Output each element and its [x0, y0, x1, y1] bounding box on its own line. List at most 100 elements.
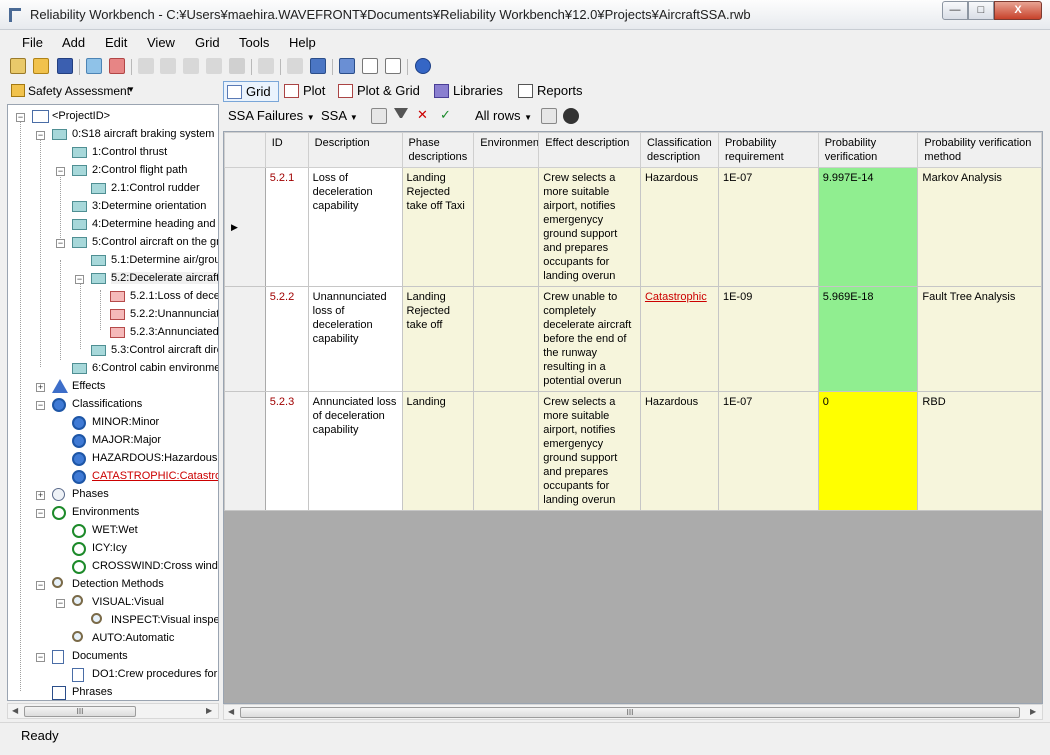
classification-link[interactable]: Catastrophic: [645, 291, 707, 303]
cell-environments[interactable]: [473, 391, 540, 511]
cell-description[interactable]: Unannunciated loss of deceleration capab…: [307, 286, 403, 392]
grid-horizontal-scrollbar[interactable]: ◀ III ▶: [223, 704, 1043, 720]
scroll-right-icon[interactable]: ▶: [1030, 707, 1036, 716]
find-icon[interactable]: [563, 108, 579, 124]
cell-probability-requirement[interactable]: 1E-07: [717, 391, 819, 511]
row-header[interactable]: [224, 391, 266, 511]
cell-id[interactable]: 5.2.1: [264, 167, 309, 287]
rows-select[interactable]: All rows ▼: [475, 108, 532, 123]
cell-description[interactable]: Loss of deceleration capability: [307, 167, 403, 287]
cut-icon[interactable]: [138, 58, 154, 74]
collapse-toggle[interactable]: −: [36, 653, 45, 662]
cell-probability-verification[interactable]: 0: [817, 391, 919, 511]
cell-verification-method[interactable]: Fault Tree Analysis: [917, 286, 1042, 392]
menu-file[interactable]: File: [22, 35, 43, 50]
menu-add[interactable]: Add: [62, 35, 85, 50]
maximize-button[interactable]: □: [968, 1, 994, 20]
column-header-phase[interactable]: Phase descriptions: [401, 132, 475, 168]
cell-effect[interactable]: Crew selects a more suitable airport, no…: [538, 167, 641, 287]
menu-view[interactable]: View: [147, 35, 175, 50]
table-row[interactable]: ▶ 5.2.1 Loss of deceleration capability …: [224, 167, 1042, 287]
menu-edit[interactable]: Edit: [105, 35, 127, 50]
scroll-right-icon[interactable]: ▶: [206, 706, 212, 715]
cell-classification[interactable]: Catastrophic: [639, 286, 719, 392]
apply-filter-icon[interactable]: ✓: [440, 108, 456, 124]
paste-special-icon[interactable]: [206, 58, 222, 74]
cell-phases[interactable]: Landing Rejected take off Taxi: [401, 167, 475, 287]
new-project-icon[interactable]: [10, 58, 26, 74]
data-grid[interactable]: ID Description Phase descriptions Enviro…: [223, 131, 1043, 704]
expand-toggle[interactable]: +: [36, 383, 45, 392]
cell-probability-verification[interactable]: 9.997E-14: [817, 167, 919, 287]
save-icon[interactable]: [57, 58, 73, 74]
tab-plot-and-grid[interactable]: Plot & Grid: [335, 81, 431, 102]
properties-icon[interactable]: [362, 58, 378, 74]
cell-classification[interactable]: Hazardous: [639, 167, 719, 287]
row-header[interactable]: [224, 286, 266, 392]
delete-icon[interactable]: [229, 58, 245, 74]
tab-libraries[interactable]: Libraries: [431, 81, 513, 102]
collapse-toggle[interactable]: −: [36, 581, 45, 590]
spell-check-icon[interactable]: [385, 58, 401, 74]
scroll-left-icon[interactable]: ◀: [12, 706, 18, 715]
insert-row-icon[interactable]: [541, 108, 557, 124]
paste-icon[interactable]: [183, 58, 199, 74]
delete-folder-icon[interactable]: [109, 58, 125, 74]
cell-probability-verification[interactable]: 5.969E-18: [817, 286, 919, 392]
table-select[interactable]: SSA Failures ▼: [228, 108, 315, 123]
column-header-verification-method[interactable]: Probability verification method: [917, 132, 1042, 168]
tab-reports[interactable]: Reports: [515, 81, 585, 102]
cell-phases[interactable]: Landing Rejected take off: [401, 286, 475, 392]
scroll-thumb[interactable]: III: [24, 706, 136, 717]
column-header-description[interactable]: Description: [307, 132, 403, 168]
duplicate-icon[interactable]: [287, 58, 303, 74]
cell-id[interactable]: 5.2.3: [264, 391, 309, 511]
undo-icon[interactable]: [258, 58, 274, 74]
collapse-toggle[interactable]: −: [36, 131, 45, 140]
library-icon[interactable]: [339, 58, 355, 74]
column-header-classification[interactable]: Classification description: [639, 132, 719, 168]
collapse-toggle[interactable]: −: [56, 239, 65, 248]
grid-settings-icon[interactable]: [371, 108, 387, 124]
clear-filter-icon[interactable]: ✕: [417, 108, 433, 124]
collapse-toggle[interactable]: −: [16, 113, 25, 122]
tab-grid[interactable]: Grid: [223, 81, 279, 102]
menu-grid[interactable]: Grid: [195, 35, 220, 50]
expand-toggle[interactable]: +: [36, 491, 45, 500]
view-select[interactable]: SSA ▼: [321, 108, 358, 123]
tree-horizontal-scrollbar[interactable]: ◀ III ▶: [7, 703, 219, 719]
view-selector[interactable]: Safety Assessment ▼: [3, 82, 143, 100]
table-row[interactable]: 5.2.3 Annunciated loss of deceleration c…: [224, 391, 1042, 511]
cell-verification-method[interactable]: Markov Analysis: [917, 167, 1042, 287]
new-folder-icon[interactable]: [86, 58, 102, 74]
cell-effect[interactable]: Crew selects a more suitable airport, no…: [538, 391, 641, 511]
close-button[interactable]: X: [994, 1, 1042, 20]
collapse-toggle[interactable]: −: [56, 167, 65, 176]
minimize-button[interactable]: —: [942, 1, 968, 20]
filter-icon[interactable]: [394, 108, 408, 122]
copy-icon[interactable]: [160, 58, 176, 74]
column-header-probability-verification[interactable]: Probability verification: [817, 132, 919, 168]
cell-probability-requirement[interactable]: 1E-09: [717, 286, 819, 392]
cell-phases[interactable]: Landing: [401, 391, 475, 511]
cell-probability-requirement[interactable]: 1E-07: [717, 167, 819, 287]
help-icon[interactable]: [415, 58, 431, 74]
cell-id[interactable]: 5.2.2: [264, 286, 309, 392]
export-icon[interactable]: [310, 58, 326, 74]
column-header-probability-requirement[interactable]: Probability requirement: [717, 132, 819, 168]
row-header[interactable]: ▶: [224, 167, 266, 287]
project-tree[interactable]: − <ProjectID> − 0:S18 aircraft braking s…: [7, 104, 219, 701]
cell-description[interactable]: Annunciated loss of deceleration capabil…: [307, 391, 403, 511]
collapse-toggle[interactable]: −: [36, 401, 45, 410]
tab-plot[interactable]: Plot: [281, 81, 333, 102]
menu-help[interactable]: Help: [289, 35, 316, 50]
cell-environments[interactable]: [473, 286, 540, 392]
cell-classification[interactable]: Hazardous: [639, 391, 719, 511]
cell-verification-method[interactable]: RBD: [917, 391, 1042, 511]
collapse-toggle[interactable]: −: [36, 509, 45, 518]
column-header-effect[interactable]: Effect description: [538, 132, 641, 168]
cell-environments[interactable]: [473, 167, 540, 287]
collapse-toggle[interactable]: −: [75, 275, 84, 284]
open-folder-icon[interactable]: [33, 58, 49, 74]
table-row[interactable]: 5.2.2 Unannunciated loss of deceleration…: [224, 286, 1042, 392]
